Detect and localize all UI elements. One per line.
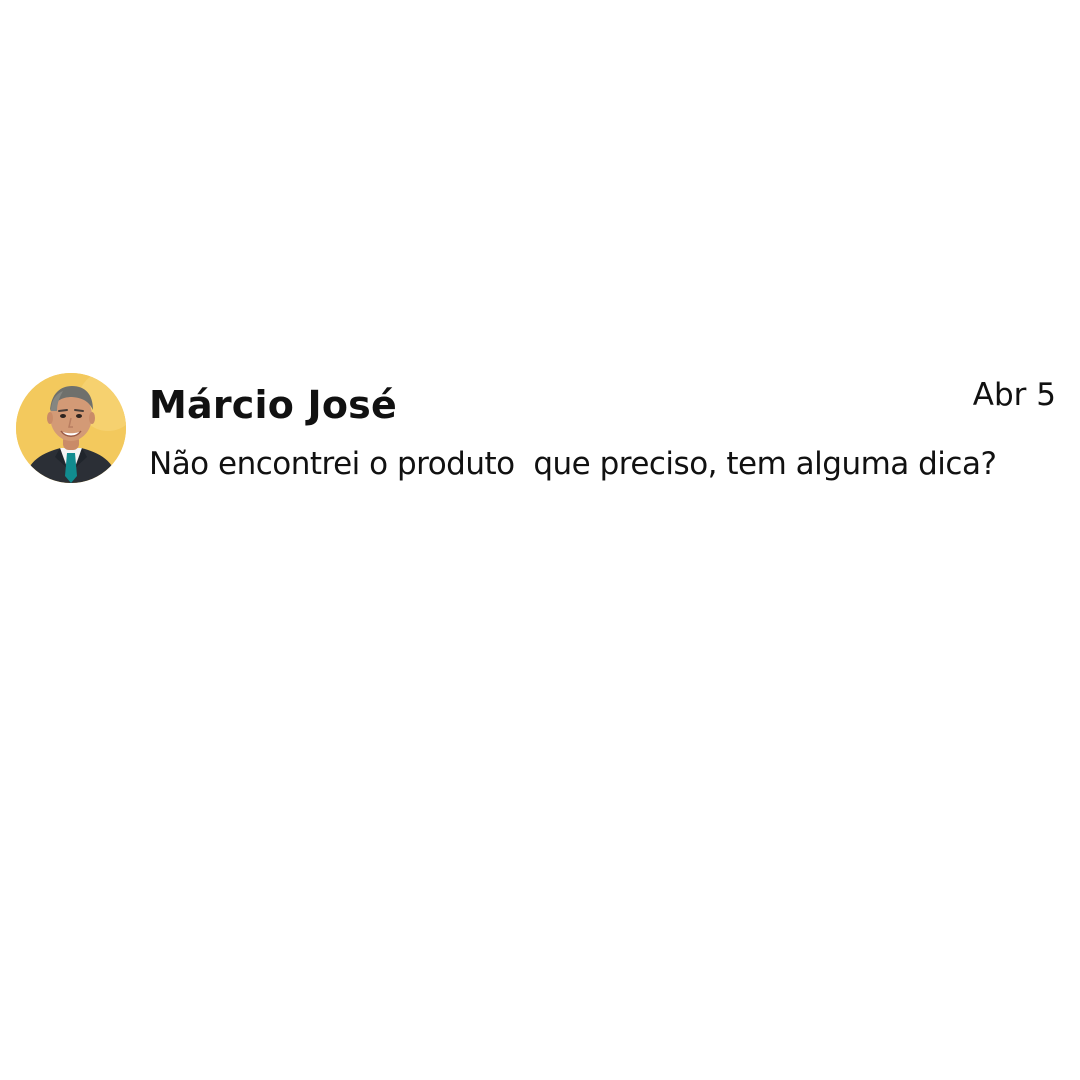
avatar-photo-icon <box>16 373 126 483</box>
comment-card: Márcio José Abr 5 Não encontrei o produt… <box>16 373 1064 485</box>
comment-message: Não encontrei o produto que preciso, tem… <box>149 446 997 482</box>
author-name[interactable]: Márcio José <box>149 381 397 429</box>
comment-date: Abr 5 <box>972 377 1056 413</box>
avatar[interactable] <box>16 373 126 483</box>
